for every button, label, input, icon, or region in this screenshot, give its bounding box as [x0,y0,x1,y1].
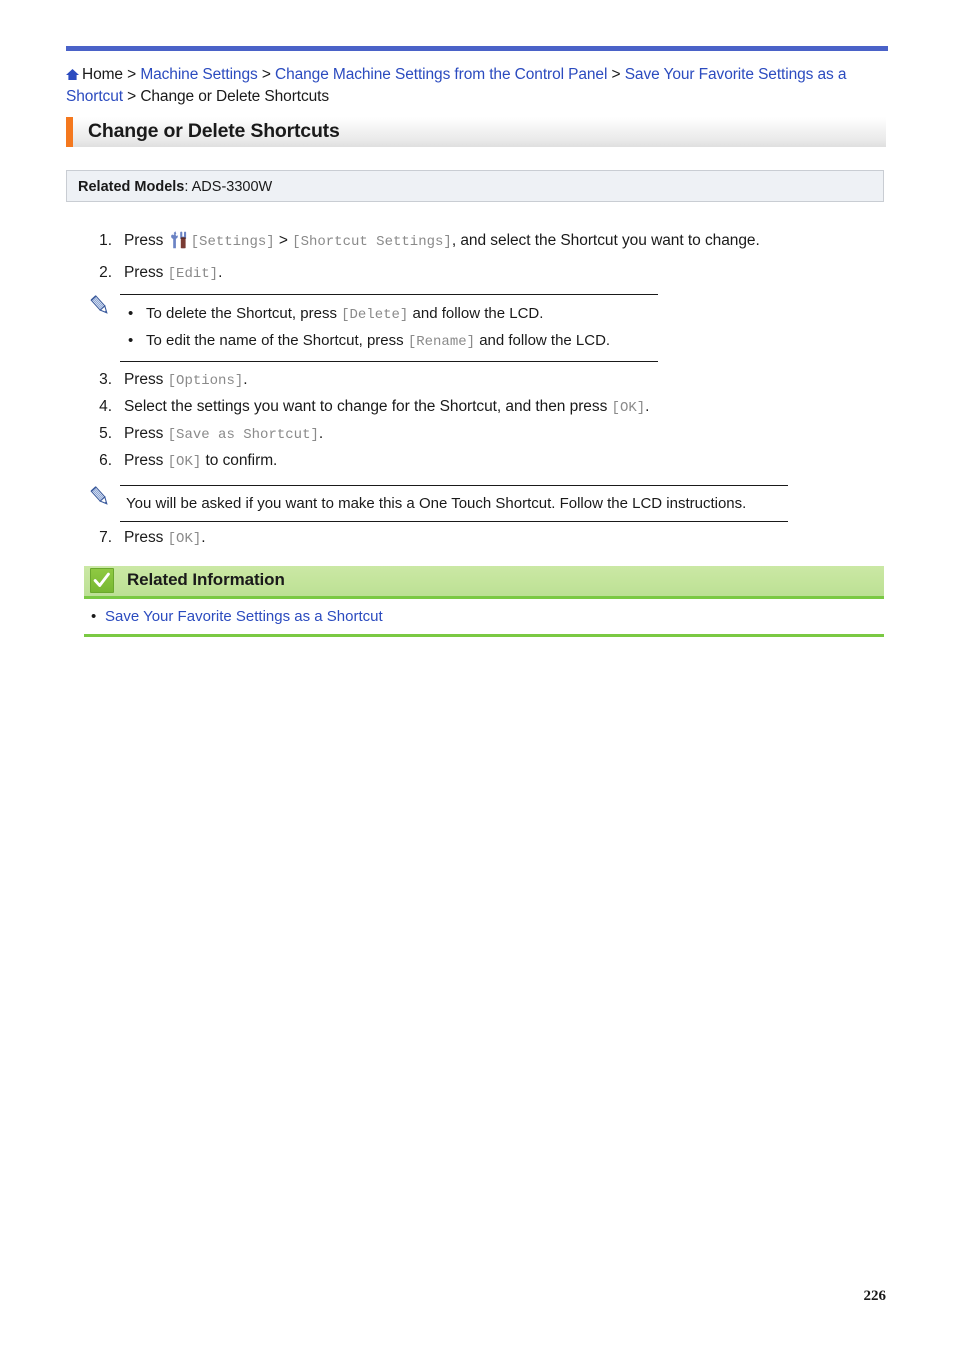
pencil-note-icon [88,294,112,318]
note-list: • To delete the Shortcut, press [Delete] … [120,295,658,361]
step-1-text-a: Press [124,232,168,249]
step-1-text-b: > [274,232,293,249]
related-models-label: Related Models [78,179,185,195]
step-3-body: Press [Options]. [124,369,914,392]
breadcrumb-separator: > [122,66,141,83]
step-5-text-b: . [318,425,324,442]
bullet-icon: • [128,305,134,322]
step-2-body: Press [Edit]. [124,262,914,285]
step-5-number: 5. [99,425,112,442]
step-4-mono-ok: [OK] [611,400,646,416]
note-box-frame: You will be asked if you want to make th… [120,485,788,522]
step-4-number: 4. [99,398,112,415]
home-icon [66,65,79,80]
related-information-underline [84,596,884,599]
breadcrumb-item-change-machine-settings[interactable]: Change Machine Settings from the Control… [275,66,607,83]
step-1-number: 1. [99,232,112,249]
step-6-mono-ok: [OK] [167,454,202,470]
note-item-2-mono-rename: [Rename] [407,334,476,350]
note-item-1-text-a: To delete the Shortcut, press [146,305,342,322]
step-2-mono-edit: [Edit] [167,266,219,282]
step-1-body: Press [Settings] > [Shortcut Settings], … [124,230,914,253]
related-models-value: ADS-3300W [191,179,273,195]
breadcrumb-item-machine-settings[interactable]: Machine Settings [140,66,257,83]
step-4-text-b: . [645,398,650,415]
step-7-number: 7. [99,529,112,546]
step-3-text-a: Press [124,371,168,388]
document-page: Home > Machine Settings > Change Machine… [0,0,954,1350]
related-information-link[interactable]: Save Your Favorite Settings as a Shortcu… [105,607,383,627]
related-information-header: Related Information [84,566,884,596]
breadcrumb-separator: > [257,66,276,83]
step-3-number: 3. [99,371,112,388]
related-information-title: Related Information [127,570,285,589]
green-check-icon [90,568,114,593]
step-5-mono-save-as-shortcut: [Save as Shortcut] [167,427,319,443]
settings-tools-icon [170,231,188,249]
step-3-mono-options: [Options] [167,373,244,389]
heading-accent-bar [66,117,73,147]
top-rule-divider [66,46,888,51]
note-list-item: • To edit the name of the Shortcut, press… [120,328,658,355]
breadcrumb: Home > Machine Settings > Change Machine… [66,64,866,107]
step-4-body: Select the settings you want to change f… [124,396,914,419]
note-box-frame: • To delete the Shortcut, press [Delete] … [120,294,658,362]
page-number: 226 [863,1288,887,1304]
related-models-separator: : [184,179,192,195]
breadcrumb-item-current: Change or Delete Shortcuts [140,87,329,105]
related-models-text: Related Models: ADS-3300W [78,178,272,196]
step-7-text-a: Press [124,529,168,546]
step-1-text-c: , and select the Shortcut you want to ch… [451,232,760,249]
bullet-icon: • [128,332,134,349]
note-item-1-mono-delete: [Delete] [341,307,409,323]
step-5-text-a: Press [124,425,168,442]
note-item-2-text-a: To edit the name of the Shortcut, press [146,332,408,349]
step-5-body: Press [Save as Shortcut]. [124,423,914,446]
step-2-number: 2. [99,264,112,281]
step-4-text-a: Select the settings you want to change f… [124,398,612,415]
bullet-icon: • [91,608,97,625]
step-3-text-b: . [243,371,248,388]
step-2-text-b: . [218,264,223,281]
step-1-mono-shortcut-settings: [Shortcut Settings] [292,234,452,250]
step-1-mono-settings: [Settings] [190,234,275,250]
note-paragraph: You will be asked if you want to make th… [126,495,747,512]
step-6-body: Press [OK] to confirm. [124,450,914,473]
breadcrumb-item-home[interactable]: Home [82,66,123,83]
note-item-1-text-b: and follow the LCD. [408,305,544,322]
step-7-mono-ok: [OK] [167,531,202,547]
note-list-item: • To delete the Shortcut, press [Delete] … [120,301,658,328]
step-6-text-a: Press [124,452,168,469]
related-information-bottom-rule [84,634,884,637]
breadcrumb-separator: > [122,87,141,105]
section-heading-band: Change or Delete Shortcuts [66,117,886,147]
breadcrumb-separator: > [607,66,625,83]
note-item-2-text-b: and follow the LCD. [475,332,611,349]
step-2-text-a: Press [124,264,168,281]
related-models-box: Related Models: ADS-3300W [66,170,884,202]
step-7-body: Press [OK]. [124,527,914,550]
page-title: Change or Delete Shortcuts [88,120,340,142]
step-7-text-b: . [201,529,206,546]
step-6-text-b: to confirm. [201,452,278,469]
step-6-number: 6. [99,452,112,469]
pencil-note-icon [88,485,112,509]
